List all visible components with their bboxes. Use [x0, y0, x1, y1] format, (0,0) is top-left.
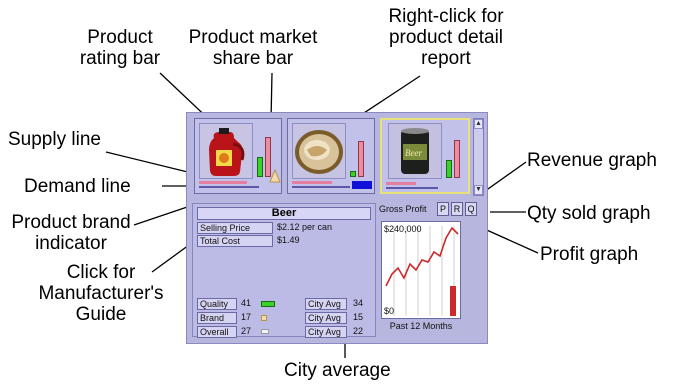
profit-graph: $240,000 $0 — [381, 221, 461, 319]
quality-city-avg-label: City Avg — [305, 298, 347, 310]
overall-city-avg-value: 22 — [353, 326, 364, 336]
beer-image[interactable]: Beer — [388, 123, 442, 179]
overall-value: 27 — [241, 326, 252, 336]
demand-line — [199, 186, 259, 188]
overall-label: Overall — [197, 326, 237, 338]
selling-price-value: $2.12 per can — [277, 222, 333, 232]
brand-indicator-icon — [269, 169, 281, 183]
brand-city-avg-value: 15 — [353, 312, 364, 322]
beer-can-icon: Beer — [389, 124, 441, 178]
demand-line-2 — [292, 186, 350, 188]
brand-city-avg-label: City Avg — [305, 312, 347, 324]
qty-sold-graph-button[interactable]: Q — [465, 202, 477, 216]
overall-city-avg-label: City Avg — [305, 326, 347, 338]
scroll-up-button[interactable]: ▲ — [474, 119, 483, 129]
juice-image[interactable] — [199, 123, 253, 179]
selling-price-label: Selling Price — [197, 222, 273, 234]
profit-graph-button[interactable]: P — [437, 202, 449, 216]
food-image[interactable] — [292, 123, 346, 179]
product-slot-juice[interactable] — [194, 118, 282, 194]
overall-rating-icon — [261, 329, 269, 334]
brand-rating-icon — [261, 315, 267, 321]
graph-y-min: $0 — [384, 306, 395, 316]
supply-line-2 — [292, 181, 332, 184]
quality-rating-icon — [261, 301, 275, 307]
graph-period-label: Past 12 Months — [389, 321, 453, 331]
quality-label: Quality — [197, 298, 237, 310]
total-cost-value: $1.49 — [277, 235, 300, 245]
supply-line — [199, 181, 247, 184]
product-slot-beer[interactable]: Beer — [380, 118, 470, 194]
brand-value: 17 — [241, 312, 252, 322]
scroll-down-button[interactable]: ▼ — [474, 185, 483, 195]
quality-city-avg-value: 34 — [353, 298, 364, 308]
food-plate-icon — [293, 124, 345, 178]
product-rating-bar — [257, 157, 263, 177]
graph-y-max: $240,000 — [384, 224, 422, 234]
quality-value: 41 — [241, 298, 252, 308]
market-share-bar-3 — [454, 140, 460, 178]
revenue-graph-button[interactable]: R — [451, 202, 463, 216]
juice-jug-icon — [200, 124, 252, 178]
graph-title: Gross Profit — [379, 204, 427, 214]
supply-line-3 — [386, 182, 416, 185]
brand-indicator-2 — [352, 181, 372, 189]
product-rating-bar-3 — [446, 160, 452, 178]
product-slot-food[interactable] — [287, 118, 375, 194]
profit-line — [385, 226, 459, 287]
svg-text:Beer: Beer — [405, 148, 422, 158]
current-month-bar — [450, 286, 456, 316]
product-name-button[interactable]: Beer — [197, 207, 371, 220]
product-panel: Beer ▲ ▼ Beer Selling Price $2.12 per ca… — [186, 112, 488, 344]
demand-line-3 — [386, 187, 438, 189]
brand-label: Brand — [197, 312, 237, 324]
total-cost-label: Total Cost — [197, 235, 273, 247]
product-info-panel: Beer Selling Price $2.12 per can Total C… — [192, 203, 376, 338]
product-rating-bar-2 — [350, 171, 356, 177]
market-share-bar-2 — [358, 141, 364, 177]
product-scrollbar[interactable]: ▲ ▼ — [473, 118, 484, 196]
graph-plot — [385, 226, 459, 316]
